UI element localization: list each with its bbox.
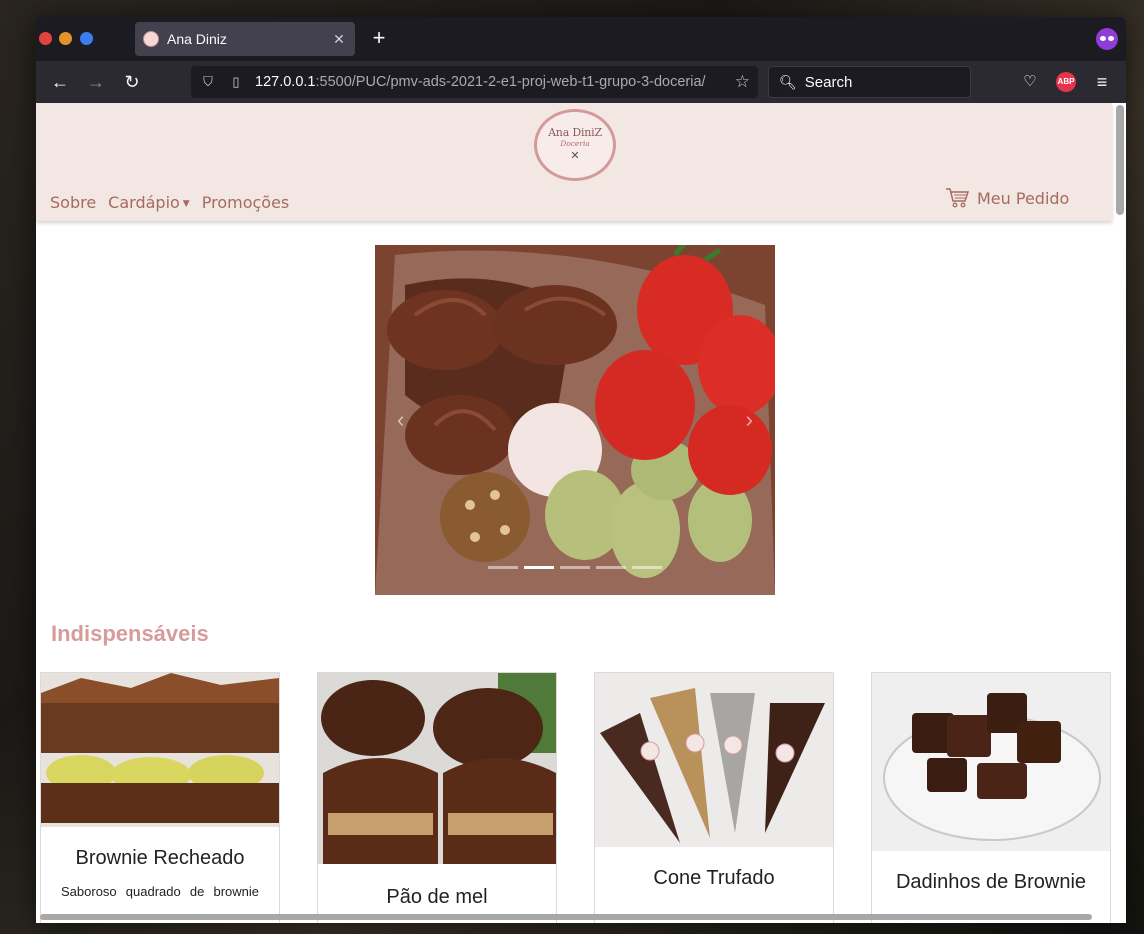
url-host: 127.0.0.1 (255, 74, 316, 90)
carousel-indicators (488, 566, 662, 569)
private-browsing-icon (1096, 28, 1118, 50)
product-image (595, 673, 833, 847)
close-window-button[interactable] (39, 32, 52, 45)
site-header: Ana DiniZ Doceria ✕ Sobre Cardápio ▼ Prom… (36, 103, 1112, 221)
logo-subtitle: Doceria (560, 139, 590, 148)
logo-title: Ana DiniZ (548, 126, 602, 139)
shield-icon[interactable]: ⛉ (199, 74, 217, 90)
product-description: Saboroso quadrado de brownie (61, 884, 259, 899)
nav-link-cardapio[interactable]: Cardápio ▼ (108, 193, 190, 212)
search-bar[interactable]: 🔍︎ Search (768, 66, 971, 98)
cart-icon (946, 188, 969, 208)
carousel-indicator[interactable] (632, 566, 662, 569)
nav-link-cardapio-label: Cardápio (108, 193, 180, 212)
minimize-window-button[interactable] (59, 32, 72, 45)
product-title: Brownie Recheado (75, 847, 245, 869)
product-title: Pão de mel (386, 886, 488, 908)
product-card[interactable]: Pão de mel (317, 672, 557, 923)
carousel-image (375, 245, 775, 595)
carousel-indicator[interactable] (560, 566, 590, 569)
page-info-icon[interactable]: ▯ (227, 74, 245, 90)
browser-tab[interactable]: Ana Diniz ✕ (135, 22, 355, 56)
product-image (872, 673, 1110, 851)
url-path: :5500/PUC/pmv-ads-2021-2-e1-proj-web-t1-… (315, 74, 706, 90)
product-image (318, 673, 556, 864)
url-text[interactable]: 127.0.0.1:5500/PUC/pmv-ads-2021-2-e1-pro… (255, 74, 735, 90)
back-button[interactable]: ← (48, 70, 72, 94)
page-viewport: Ana DiniZ Doceria ✕ Sobre Cardápio ▼ Prom… (36, 103, 1126, 923)
utensils-icon: ✕ (570, 150, 580, 162)
hero-carousel[interactable]: ‹ › (375, 245, 775, 595)
product-card[interactable]: Cone Trufado (594, 672, 834, 923)
cart-link[interactable]: Meu Pedido (945, 187, 1069, 209)
product-image (41, 673, 279, 827)
site-logo[interactable]: Ana DiniZ Doceria ✕ (534, 109, 616, 181)
section-title: Indispensáveis (51, 621, 209, 646)
hamburger-menu-icon[interactable]: ≡ (1092, 72, 1112, 92)
close-tab-icon[interactable]: ✕ (331, 31, 347, 48)
tab-bar: Ana Diniz ✕ + (36, 17, 1126, 61)
navigation-toolbar: ← → ↻ ⛉ ▯ 127.0.0.1:5500/PUC/pmv-ads-202… (36, 61, 1126, 103)
search-icon: 🔍︎ (779, 73, 797, 90)
carousel-prev-icon[interactable]: ‹ (397, 407, 404, 433)
tab-title: Ana Diniz (167, 31, 227, 47)
favicon-icon (143, 31, 159, 47)
product-title: Dadinhos de Brownie (895, 871, 1087, 893)
search-placeholder: Search (804, 73, 853, 91)
product-card[interactable]: Brownie Recheado Saboroso quadrado de br… (40, 672, 280, 923)
carousel-indicator[interactable] (596, 566, 626, 569)
reload-button[interactable]: ↻ (120, 70, 144, 94)
browser-window: Ana Diniz ✕ + ← → ↻ ⛉ ▯ 127.0.0.1:5500/P… (36, 17, 1126, 923)
new-tab-button[interactable]: + (367, 25, 391, 51)
maximize-window-button[interactable] (80, 32, 93, 45)
carousel-indicator-active[interactable] (524, 566, 554, 569)
product-title: Cone Trufado (653, 867, 775, 889)
nav-link-promocoes[interactable]: Promoções (202, 193, 290, 212)
nav-link-sobre[interactable]: Sobre (50, 193, 96, 212)
vertical-scrollbar[interactable] (1116, 105, 1124, 215)
pocket-icon[interactable]: ♡ (1020, 72, 1040, 92)
product-card[interactable]: Dadinhos de Brownie (871, 672, 1111, 923)
horizontal-scrollbar[interactable] (40, 914, 1092, 920)
bookmark-star-icon[interactable]: ☆ (735, 72, 750, 92)
adblock-plus-icon[interactable]: ABP (1056, 72, 1076, 92)
carousel-indicator[interactable] (488, 566, 518, 569)
dropdown-caret-icon: ▼ (182, 199, 190, 209)
cart-label: Meu Pedido (977, 188, 1070, 208)
url-bar[interactable]: ⛉ ▯ 127.0.0.1:5500/PUC/pmv-ads-2021-2-e1… (191, 66, 758, 98)
carousel-next-icon[interactable]: › (746, 407, 753, 433)
site-nav: Sobre Cardápio ▼ Promoções (50, 193, 289, 212)
forward-button[interactable]: → (84, 70, 108, 94)
